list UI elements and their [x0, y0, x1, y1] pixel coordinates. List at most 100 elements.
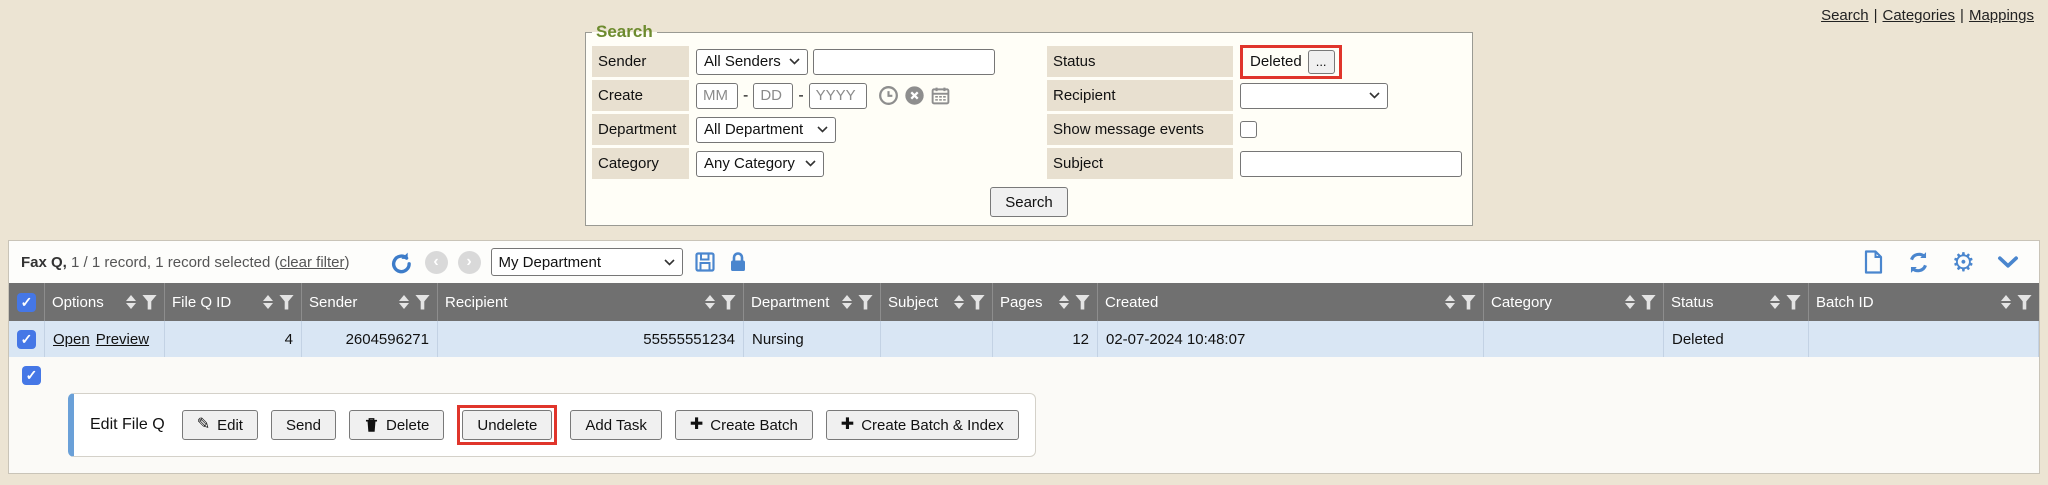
filter-icon[interactable] — [2017, 295, 2032, 310]
table-row[interactable]: ✓ OpenPreview 4 2604596271 55555551234 N… — [9, 321, 2039, 357]
delete-button[interactable]: Delete — [349, 410, 444, 440]
column-header-created[interactable]: Created — [1098, 283, 1484, 321]
create-year-input[interactable] — [809, 83, 867, 109]
add-task-button[interactable]: Add Task — [570, 410, 661, 440]
created-value: 02-07-2024 10:48:07 — [1106, 331, 1245, 348]
sender-select-value: All Senders — [704, 53, 781, 70]
column-header-file-q-id[interactable]: File Q ID — [165, 283, 302, 321]
column-header-sender[interactable]: Sender — [302, 283, 438, 321]
chevron-down-icon — [664, 259, 675, 266]
file-q-id-value: 4 — [285, 331, 293, 348]
collapse-chevron-icon[interactable] — [1995, 249, 2021, 275]
top-nav: Search|Categories|Mappings — [1821, 7, 2034, 24]
fax-queue-grid: Fax Q, 1 / 1 record, 1 record selected (… — [8, 240, 2040, 474]
settings-gear-icon[interactable]: ⚙ — [1952, 249, 1975, 275]
create-day-input[interactable] — [753, 83, 793, 109]
column-header-subject[interactable]: Subject — [881, 283, 993, 321]
sort-icon[interactable] — [954, 295, 964, 309]
open-link[interactable]: Open — [53, 331, 90, 348]
column-label: Subject — [888, 294, 948, 311]
sender-text-input[interactable] — [813, 49, 995, 75]
send-button-label: Send — [286, 417, 321, 434]
sort-icon[interactable] — [842, 295, 852, 309]
clear-date-icon[interactable] — [904, 85, 925, 106]
chevron-down-icon — [1369, 92, 1380, 99]
create-batch-index-button-label: Create Batch & Index — [861, 417, 1004, 434]
column-header-options[interactable]: Options — [45, 283, 165, 321]
save-view-icon[interactable] — [693, 250, 717, 274]
category-label: Category — [592, 148, 689, 179]
sender-label: Sender — [592, 46, 689, 77]
filter-icon[interactable] — [1641, 295, 1656, 310]
show-message-events-checkbox[interactable] — [1240, 121, 1257, 138]
select-all-checkbox[interactable]: ✓ — [17, 293, 36, 312]
create-month-input[interactable] — [696, 83, 738, 109]
sort-icon[interactable] — [399, 295, 409, 309]
filter-icon[interactable] — [1075, 295, 1090, 310]
search-button-row: Search — [592, 182, 1466, 217]
plus-icon: ✚ — [841, 417, 854, 433]
sort-icon[interactable] — [1059, 295, 1069, 309]
sort-icon[interactable] — [1770, 295, 1780, 309]
previous-page-icon[interactable]: ‹ — [425, 251, 448, 274]
create-batch-index-button[interactable]: ✚ Create Batch & Index — [826, 410, 1019, 440]
category-select[interactable]: Any Category — [696, 151, 824, 177]
grid-view-select[interactable]: My Department — [491, 248, 683, 276]
nav-link-search[interactable]: Search — [1821, 7, 1869, 24]
column-header-recipient[interactable]: Recipient — [438, 283, 744, 321]
undo-icon[interactable] — [388, 249, 415, 276]
column-header-category[interactable]: Category — [1484, 283, 1664, 321]
filter-icon[interactable] — [721, 295, 736, 310]
preview-link[interactable]: Preview — [96, 331, 149, 348]
nav-link-categories[interactable]: Categories — [1883, 7, 1956, 24]
subject-field — [1236, 148, 1466, 179]
next-page-icon[interactable]: › — [458, 251, 481, 274]
filter-icon[interactable] — [415, 295, 430, 310]
row-checkbox[interactable]: ✓ — [17, 330, 36, 349]
sort-icon[interactable] — [1625, 295, 1635, 309]
filter-icon[interactable] — [279, 295, 294, 310]
send-button[interactable]: Send — [271, 410, 336, 440]
search-button[interactable]: Search — [990, 187, 1068, 217]
status-more-button[interactable]: ... — [1308, 50, 1335, 74]
clear-filter-link[interactable]: clear filter — [279, 254, 344, 271]
nav-link-mappings[interactable]: Mappings — [1969, 7, 2034, 24]
lock-icon[interactable] — [727, 250, 749, 274]
sort-icon[interactable] — [1445, 295, 1455, 309]
sort-icon[interactable] — [126, 295, 136, 309]
sort-icon[interactable] — [705, 295, 715, 309]
create-batch-button[interactable]: ✚Create Batch — [675, 410, 813, 440]
undelete-annotation-box: Undelete — [457, 405, 557, 445]
department-select[interactable]: All Department — [696, 117, 836, 143]
column-header-status[interactable]: Status — [1664, 283, 1809, 321]
row-select-cell: ✓ — [9, 321, 45, 357]
filter-icon[interactable] — [1461, 295, 1476, 310]
category-field: Any Category — [692, 148, 1044, 179]
new-document-icon[interactable] — [1861, 249, 1885, 275]
grid-footer-area: ✓ Edit File Q ✎Edit Send Delete Undelete… — [9, 357, 2039, 457]
column-header-pages[interactable]: Pages — [993, 283, 1098, 321]
footer-select-checkbox[interactable]: ✓ — [22, 366, 41, 385]
edit-button[interactable]: ✎Edit — [182, 410, 258, 440]
calendar-icon[interactable] — [930, 85, 951, 106]
refresh-icon[interactable] — [1905, 249, 1932, 276]
subject-input[interactable] — [1240, 151, 1462, 177]
sort-icon[interactable] — [263, 295, 273, 309]
sender-select[interactable]: All Senders — [696, 49, 808, 75]
row-subject-cell — [881, 321, 993, 357]
recipient-value: 55555551234 — [643, 331, 735, 348]
column-header-batch-id[interactable]: Batch ID — [1809, 283, 2039, 321]
column-header-department[interactable]: Department — [744, 283, 881, 321]
header-select-all-cell: ✓ — [9, 283, 45, 321]
pencil-icon: ✎ — [197, 417, 210, 433]
filter-icon[interactable] — [142, 295, 157, 310]
filter-icon[interactable] — [1786, 295, 1801, 310]
time-clock-icon[interactable] — [878, 85, 899, 106]
sort-icon[interactable] — [2001, 295, 2011, 309]
undelete-button[interactable]: Undelete — [462, 410, 552, 440]
chevron-down-icon — [805, 160, 816, 167]
filter-icon[interactable] — [858, 295, 873, 310]
recipient-select[interactable] — [1240, 83, 1388, 109]
filter-icon[interactable] — [970, 295, 985, 310]
table-header-row: ✓ Options File Q ID Sender Recipient Dep… — [9, 283, 2039, 321]
